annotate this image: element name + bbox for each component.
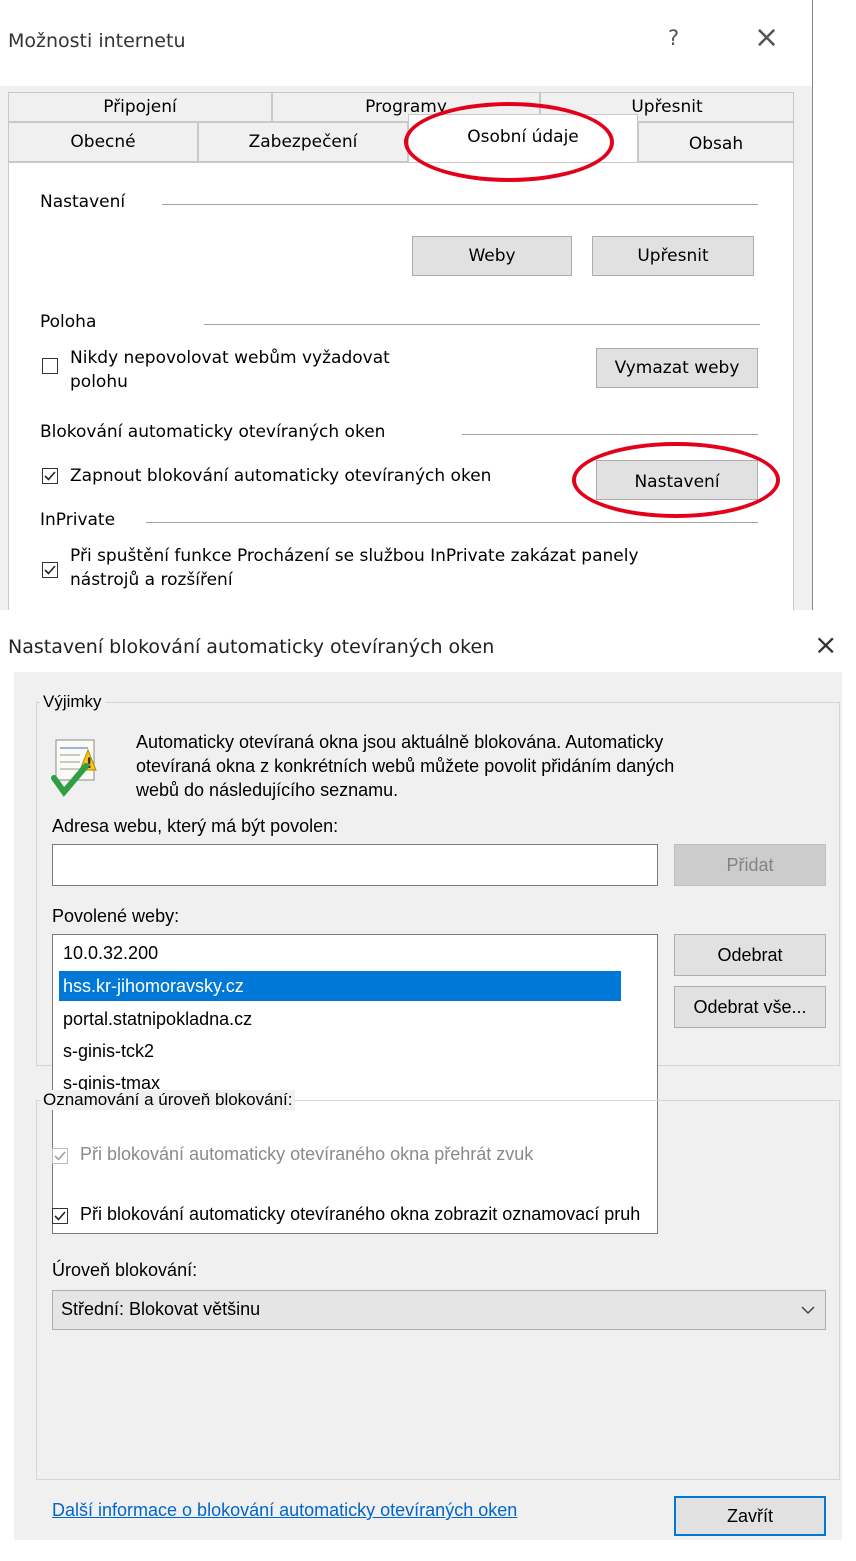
location-checkbox[interactable] <box>42 358 58 374</box>
tab-connections[interactable]: Připojení <box>8 92 272 122</box>
address-label: Adresa webu, který má být povolen: <box>52 816 339 836</box>
close-button-label: Zavřít <box>726 1506 773 1526</box>
notification-bar-checkbox[interactable] <box>52 1208 68 1224</box>
tab-content[interactable]: Obsah <box>638 122 794 162</box>
advanced-button[interactable]: Upřesnit <box>592 236 754 276</box>
info-text-line-1: Automaticky otevíraná okna jsou aktuálně… <box>136 732 664 752</box>
inprivate-checkbox-label-1: Při spuštění funkce Procházení se službo… <box>70 546 639 566</box>
remove-button[interactable]: Odebrat <box>674 934 826 976</box>
list-item[interactable]: s-ginis-tck2 <box>63 1037 619 1065</box>
inprivate-divider <box>146 522 758 523</box>
location-section-label: Poloha <box>40 312 97 332</box>
popup-divider <box>462 434 758 435</box>
advanced-button-label: Upřesnit <box>637 246 709 266</box>
info-text-line-2: otevíraná okna z konkrétních webů můžete… <box>136 756 675 776</box>
sound-checkbox-label: Při blokování automaticky otevíraného ok… <box>80 1144 534 1164</box>
highlight-ellipse-settings-button <box>572 442 780 518</box>
sound-checkbox[interactable] <box>52 1148 68 1164</box>
checkmark-icon <box>44 565 56 575</box>
tab-label: Zabezpečení <box>248 132 358 152</box>
popup-close-icon[interactable]: × <box>814 628 837 661</box>
list-item-text: 10.0.32.200 <box>63 943 159 963</box>
chevron-down-icon <box>801 1306 815 1315</box>
blocking-level-value: Střední: Blokovat většinu <box>61 1299 261 1319</box>
popup-window-title: Nastavení blokování automaticky otevíran… <box>8 636 495 658</box>
tab-label: Upřesnit <box>631 97 703 117</box>
settings-section-label: Nastavení <box>40 192 126 212</box>
tab-label: Připojení <box>103 97 177 117</box>
blocking-level-select[interactable]: Střední: Blokovat většinu <box>52 1290 826 1330</box>
remove-all-button-label: Odebrat vše... <box>693 997 807 1017</box>
allowed-sites-label: Povolené weby: <box>52 906 180 926</box>
clear-sites-button[interactable]: Vymazat weby <box>596 348 758 388</box>
list-item[interactable]: 10.0.32.200 <box>63 939 619 967</box>
list-item-selected[interactable]: hss.kr-jihomoravsky.cz <box>59 971 621 1001</box>
highlight-ellipse-privacy-tab <box>404 102 614 182</box>
clear-sites-button-label: Vymazat weby <box>614 358 740 378</box>
remove-all-button[interactable]: Odebrat vše... <box>674 986 826 1028</box>
info-text-line-3: webů do následujícího seznamu. <box>136 780 399 800</box>
location-checkbox-label-2: polohu <box>70 372 128 392</box>
sites-button[interactable]: Weby <box>412 236 572 276</box>
add-button[interactable]: Přidat <box>674 844 826 886</box>
inprivate-section-label: InPrivate <box>40 510 116 530</box>
close-button[interactable]: Zavřít <box>674 1496 826 1536</box>
notifications-group-label: Oznamování a úroveň blokování: <box>40 1090 296 1110</box>
window-title: Možnosti internetu <box>8 30 186 52</box>
list-item-text: portal.statnipokladna.cz <box>63 1009 253 1029</box>
info-icon: ! <box>50 736 116 802</box>
popup-section-label: Blokování automaticky otevíraných oken <box>40 422 386 442</box>
tab-label: Obecné <box>70 132 136 152</box>
popup-blocker-checkbox[interactable] <box>42 468 58 484</box>
checkmark-icon <box>54 1211 66 1221</box>
remove-button-label: Odebrat <box>717 945 783 965</box>
tab-label: Obsah <box>688 134 744 154</box>
checkmark-icon <box>54 1151 66 1161</box>
tab-security[interactable]: Zabezpečení <box>198 122 408 162</box>
location-divider <box>204 324 760 325</box>
settings-divider <box>162 204 758 205</box>
help-icon[interactable]: ? <box>668 26 679 50</box>
list-item-text: hss.kr-jihomoravsky.cz <box>63 976 244 996</box>
exceptions-group-label: Výjimky <box>40 692 105 712</box>
sites-button-label: Weby <box>468 246 516 266</box>
list-item-text: s-ginis-tck2 <box>63 1041 155 1061</box>
close-icon[interactable]: × <box>754 20 779 55</box>
inprivate-checkbox[interactable] <box>42 562 58 578</box>
checkmark-icon <box>44 471 56 481</box>
more-info-link[interactable]: Další informace o blokování automaticky … <box>52 1500 517 1521</box>
add-button-label: Přidat <box>726 855 774 875</box>
list-item[interactable]: portal.statnipokladna.cz <box>63 1005 619 1033</box>
notification-bar-label: Při blokování automaticky otevíraného ok… <box>80 1204 641 1224</box>
blocking-level-label: Úroveň blokování: <box>52 1260 198 1280</box>
internet-options-titlebar: Možnosti internetu ? × <box>0 0 812 86</box>
inprivate-checkbox-label-2: nástrojů a rozšíření <box>70 570 233 590</box>
location-checkbox-label-1: Nikdy nepovolovat webům vyžadovat <box>70 348 390 368</box>
address-input[interactable] <box>52 844 658 886</box>
popup-blocker-label: Zapnout blokování automaticky otevíranýc… <box>70 466 492 486</box>
tab-general[interactable]: Obecné <box>8 122 198 162</box>
